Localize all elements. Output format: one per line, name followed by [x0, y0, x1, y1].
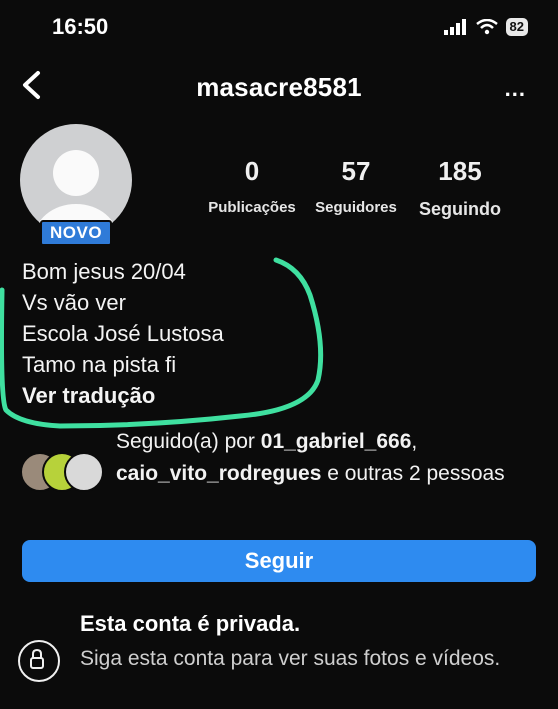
profile-username: masacre8581: [196, 72, 362, 102]
status-time: 16:50: [52, 14, 109, 39]
more-options-icon[interactable]: ...: [505, 76, 526, 102]
status-icons: 82: [443, 18, 528, 36]
private-account-title: Esta conta é privada.: [80, 611, 301, 636]
stat-followers-label: Seguidores: [315, 199, 397, 216]
wifi-icon: [475, 19, 498, 35]
followed-by-prefix: Seguido(a) por: [116, 430, 261, 453]
follower-link[interactable]: caio_vito_rodregues: [116, 462, 321, 485]
new-badge: NOVO: [40, 220, 113, 246]
mutual-avatar: [64, 452, 104, 492]
mutual-followers-avatars[interactable]: [20, 452, 104, 492]
stat-posts: 0 Publicações: [197, 156, 307, 216]
private-account-description: Siga esta conta para ver suas fotos e ví…: [80, 647, 501, 670]
stat-following-value: 185: [438, 156, 482, 186]
battery-indicator: 82: [505, 18, 528, 36]
followed-by-suffix: e outras 2 pessoas: [321, 462, 505, 485]
stat-posts-label: Publicações: [208, 199, 296, 216]
separator: ,: [411, 430, 418, 453]
lock-icon: [18, 640, 60, 682]
stat-followers-value: 57: [341, 156, 371, 186]
highlight-annotation: [0, 257, 324, 429]
stat-posts-value: 0: [244, 156, 260, 186]
signal-icon: [443, 19, 466, 35]
stat-followers[interactable]: 57 Seguidores: [301, 156, 411, 216]
follower-link[interactable]: 01_gabriel_666: [261, 430, 412, 453]
stat-following[interactable]: 185 Seguindo: [405, 156, 515, 220]
follow-button[interactable]: Seguir: [22, 540, 536, 582]
stat-following-label: Seguindo: [419, 199, 501, 219]
followed-by-text[interactable]: Seguido(a) por 01_gabriel_666, caio_vito…: [116, 426, 536, 490]
avatar-head-shape: [53, 150, 99, 196]
